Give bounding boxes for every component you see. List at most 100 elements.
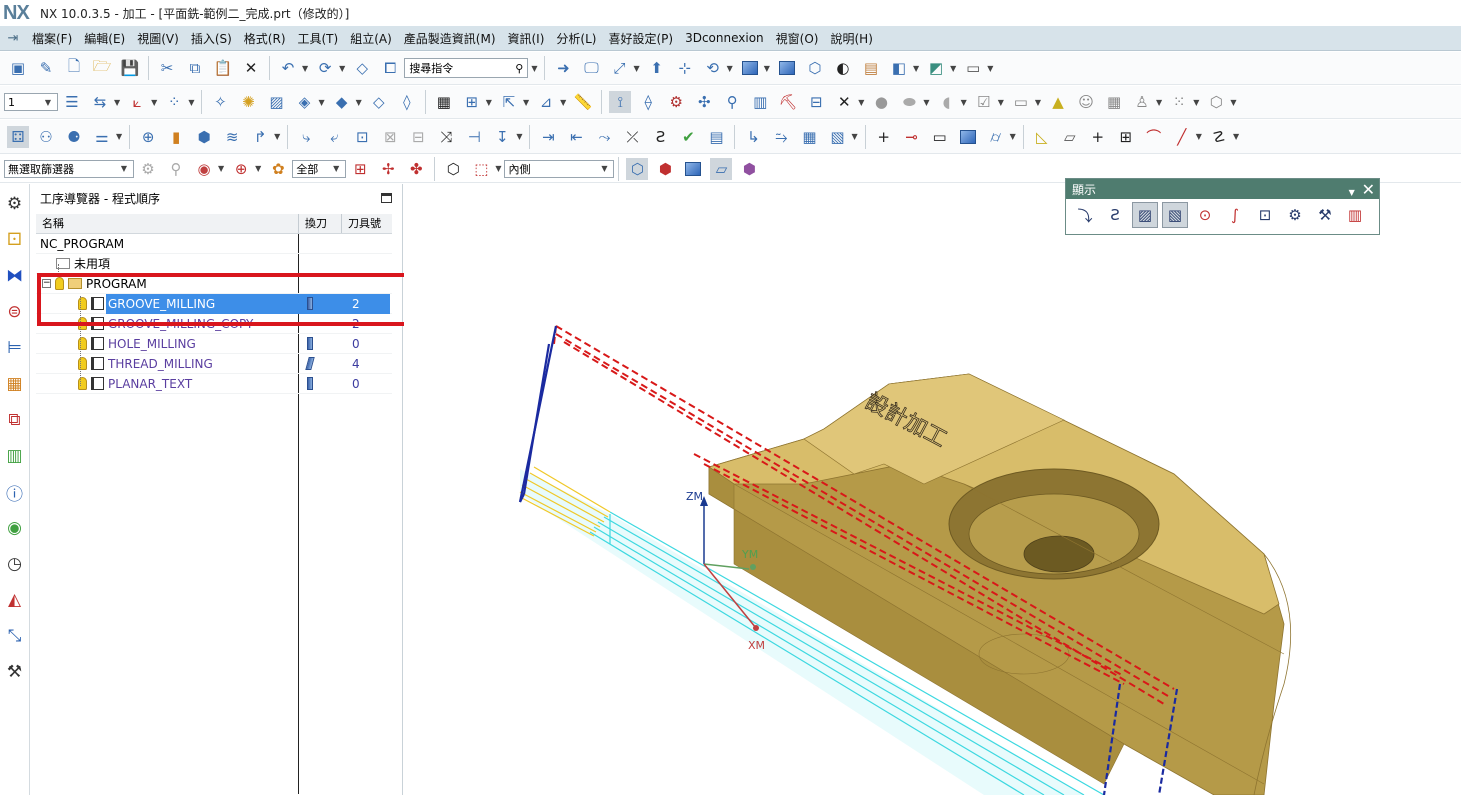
measure-distance-icon[interactable]: ⇱ <box>498 91 520 113</box>
tool-list-icon[interactable]: ⊟ <box>805 91 827 113</box>
tree-row-unused[interactable]: 未用項 <box>36 254 392 274</box>
post-process-icon[interactable]: ✣ <box>693 91 715 113</box>
touch-mode-icon[interactable]: ◇ <box>351 57 373 79</box>
rectangle-icon[interactable]: ▭ <box>929 126 951 148</box>
window-icon[interactable]: ⧠ <box>379 57 401 79</box>
new-file-icon[interactable]: 🗋 <box>63 57 85 79</box>
process-studio-icon[interactable]: ⚒ <box>3 660 27 684</box>
person-icon[interactable]: ♙ <box>1131 91 1153 113</box>
select-body-icon[interactable]: ⬢ <box>738 158 760 180</box>
arc-icon[interactable]: ⌒ <box>1143 126 1165 148</box>
library-books-icon[interactable]: ▥ <box>3 444 27 468</box>
move-layer-icon[interactable]: ⇆ <box>89 91 111 113</box>
select-face-icon[interactable]: ▱ <box>710 157 733 180</box>
object-display-icon[interactable]: ▨ <box>265 91 287 113</box>
replay-path-icon[interactable]: ⤶ <box>323 126 345 148</box>
material-icon[interactable]: ▤ <box>860 57 882 79</box>
block-icon[interactable] <box>957 126 979 148</box>
display-toolpath-icon[interactable]: ⤵ <box>1072 202 1098 228</box>
layer-icon[interactable]: ◩ <box>925 57 947 79</box>
shop-doc-icon[interactable]: ⚲ <box>721 91 743 113</box>
user-icon[interactable]: ☺ <box>1075 91 1097 113</box>
column-tool-number[interactable]: 刀具號 <box>342 214 390 233</box>
position-select[interactable]: 內側 ▼ <box>504 159 615 178</box>
plus-icon[interactable]: + <box>873 126 895 148</box>
cut-levels-icon[interactable]: ▧ <box>1162 202 1188 228</box>
menu-3dconnexion[interactable]: 3Dconnexion <box>679 31 770 45</box>
menu-edit[interactable]: 編輯(E) <box>78 30 131 47</box>
invert-icon[interactable]: ◊ <box>396 91 418 113</box>
solid-cube-icon[interactable] <box>776 57 798 79</box>
path-doc-icon[interactable]: ▤ <box>705 126 727 148</box>
edit-icon[interactable]: ✎ <box>35 57 57 79</box>
snap-mid-icon[interactable]: ✤ <box>405 158 427 180</box>
mesh-icon[interactable]: ▦ <box>1103 91 1125 113</box>
roles-icon[interactable]: ⤡ <box>3 624 27 648</box>
open-folder-icon[interactable]: 🗁 <box>91 57 113 79</box>
tree-row-root[interactable]: NC_PROGRAM <box>36 234 392 254</box>
snap-icon[interactable]: ✧ <box>209 91 231 113</box>
shaded-cube-icon[interactable] <box>739 57 761 79</box>
sphere-shade-icon[interactable]: ● <box>870 91 892 113</box>
select-cube-2-icon[interactable]: ⬢ <box>654 158 676 180</box>
info-icon[interactable]: ⓘ <box>3 480 27 505</box>
select-color-icon[interactable]: ✿ <box>267 158 289 180</box>
select-cube-1-icon[interactable]: ⬡ <box>626 157 649 180</box>
cube-gray-icon[interactable]: ⬡ <box>1205 91 1227 113</box>
select-type-icon[interactable]: ⚲ <box>165 158 187 180</box>
model-view[interactable]: 設計加工 ZM YM XM <box>404 184 1461 796</box>
sphere-icon[interactable]: ◐ <box>832 57 854 79</box>
select-cube-3-icon[interactable] <box>682 158 704 180</box>
machine-navigator-icon[interactable]: ▦ <box>3 372 27 396</box>
rectangle-select-icon[interactable]: ⬚ <box>470 158 492 180</box>
assembly-navigator-icon[interactable]: ⧓ <box>3 264 27 288</box>
transform-icon[interactable]: ↳ <box>742 126 764 148</box>
region-icon[interactable]: ⊡ <box>1252 202 1278 228</box>
tool-display-icon[interactable]: ⚙ <box>1282 202 1308 228</box>
arrow-right-icon[interactable]: ➜ <box>552 57 574 79</box>
post-icon[interactable]: ⤨ <box>435 126 457 148</box>
spline-icon[interactable]: ☡ <box>1208 126 1230 148</box>
csys-icon[interactable]: ⟀ <box>126 91 148 113</box>
triangle-icon[interactable]: ◺ <box>1031 126 1053 148</box>
menu-tools[interactable]: 工具(T) <box>292 30 345 47</box>
path-edit-icon[interactable]: ⤫ <box>621 126 643 148</box>
menu-insert[interactable]: 插入(S) <box>185 30 238 47</box>
wireframe-cube-icon[interactable]: ⬡ <box>804 57 826 79</box>
layer-select[interactable]: 1 ▼ <box>4 93 58 111</box>
rotate-view-icon[interactable]: ⟲ <box>702 57 724 79</box>
geometry-view-icon[interactable]: ⚈ <box>63 126 85 148</box>
curve-icon[interactable]: ∫ <box>1222 202 1248 228</box>
ellipse-icon[interactable]: ⬬ <box>898 91 920 113</box>
menu-toggle-icon[interactable]: ⇥ <box>0 31 26 46</box>
close-icon[interactable]: ✕ <box>1362 180 1375 199</box>
cross-icon[interactable]: + <box>1087 126 1109 148</box>
replay-icon[interactable]: Ƨ <box>1102 202 1128 228</box>
history-clock-icon[interactable]: ◷ <box>3 552 27 576</box>
plane-icon[interactable]: ▱ <box>1059 126 1081 148</box>
snap-end-icon[interactable]: ✢ <box>377 158 399 180</box>
cut-area-icon[interactable]: ▨ <box>1132 202 1158 228</box>
menu-preferences[interactable]: 喜好設定(P) <box>602 30 679 47</box>
verify-path-icon[interactable]: ⊠ <box>379 126 401 148</box>
dots-icon[interactable]: ⁙ <box>1168 91 1190 113</box>
target-icon[interactable]: ⊙ <box>1192 202 1218 228</box>
simulate-path-icon[interactable]: ⊟ <box>407 126 429 148</box>
tree-row-operation[interactable]: PLANAR_TEXT 0 <box>36 374 392 394</box>
constraint-navigator-icon[interactable]: ⊜ <box>3 300 27 324</box>
section-view-icon[interactable]: ◧ <box>888 57 910 79</box>
report-icon[interactable]: ▧ <box>826 126 848 148</box>
path-s-icon[interactable]: Ƨ <box>649 126 671 148</box>
hemisphere-icon[interactable]: ◖ <box>936 91 958 113</box>
path-check-icon[interactable]: ✔ <box>677 126 699 148</box>
paste-icon[interactable]: 📋 <box>212 57 234 79</box>
menu-window[interactable]: 視窗(O) <box>770 30 825 47</box>
close-x-icon[interactable]: ✕ <box>833 91 855 113</box>
menu-assemblies[interactable]: 組立(A) <box>344 30 398 47</box>
up-arrow-icon[interactable]: ⬆ <box>646 57 668 79</box>
create-tool-icon[interactable]: ▮ <box>165 126 187 148</box>
mill-icon[interactable]: ⛏ <box>777 91 799 113</box>
object-transform-icon[interactable]: ⥲ <box>770 126 792 148</box>
grid-icon[interactable]: ▦ <box>433 91 455 113</box>
list-path-icon[interactable]: ⊡ <box>351 126 373 148</box>
